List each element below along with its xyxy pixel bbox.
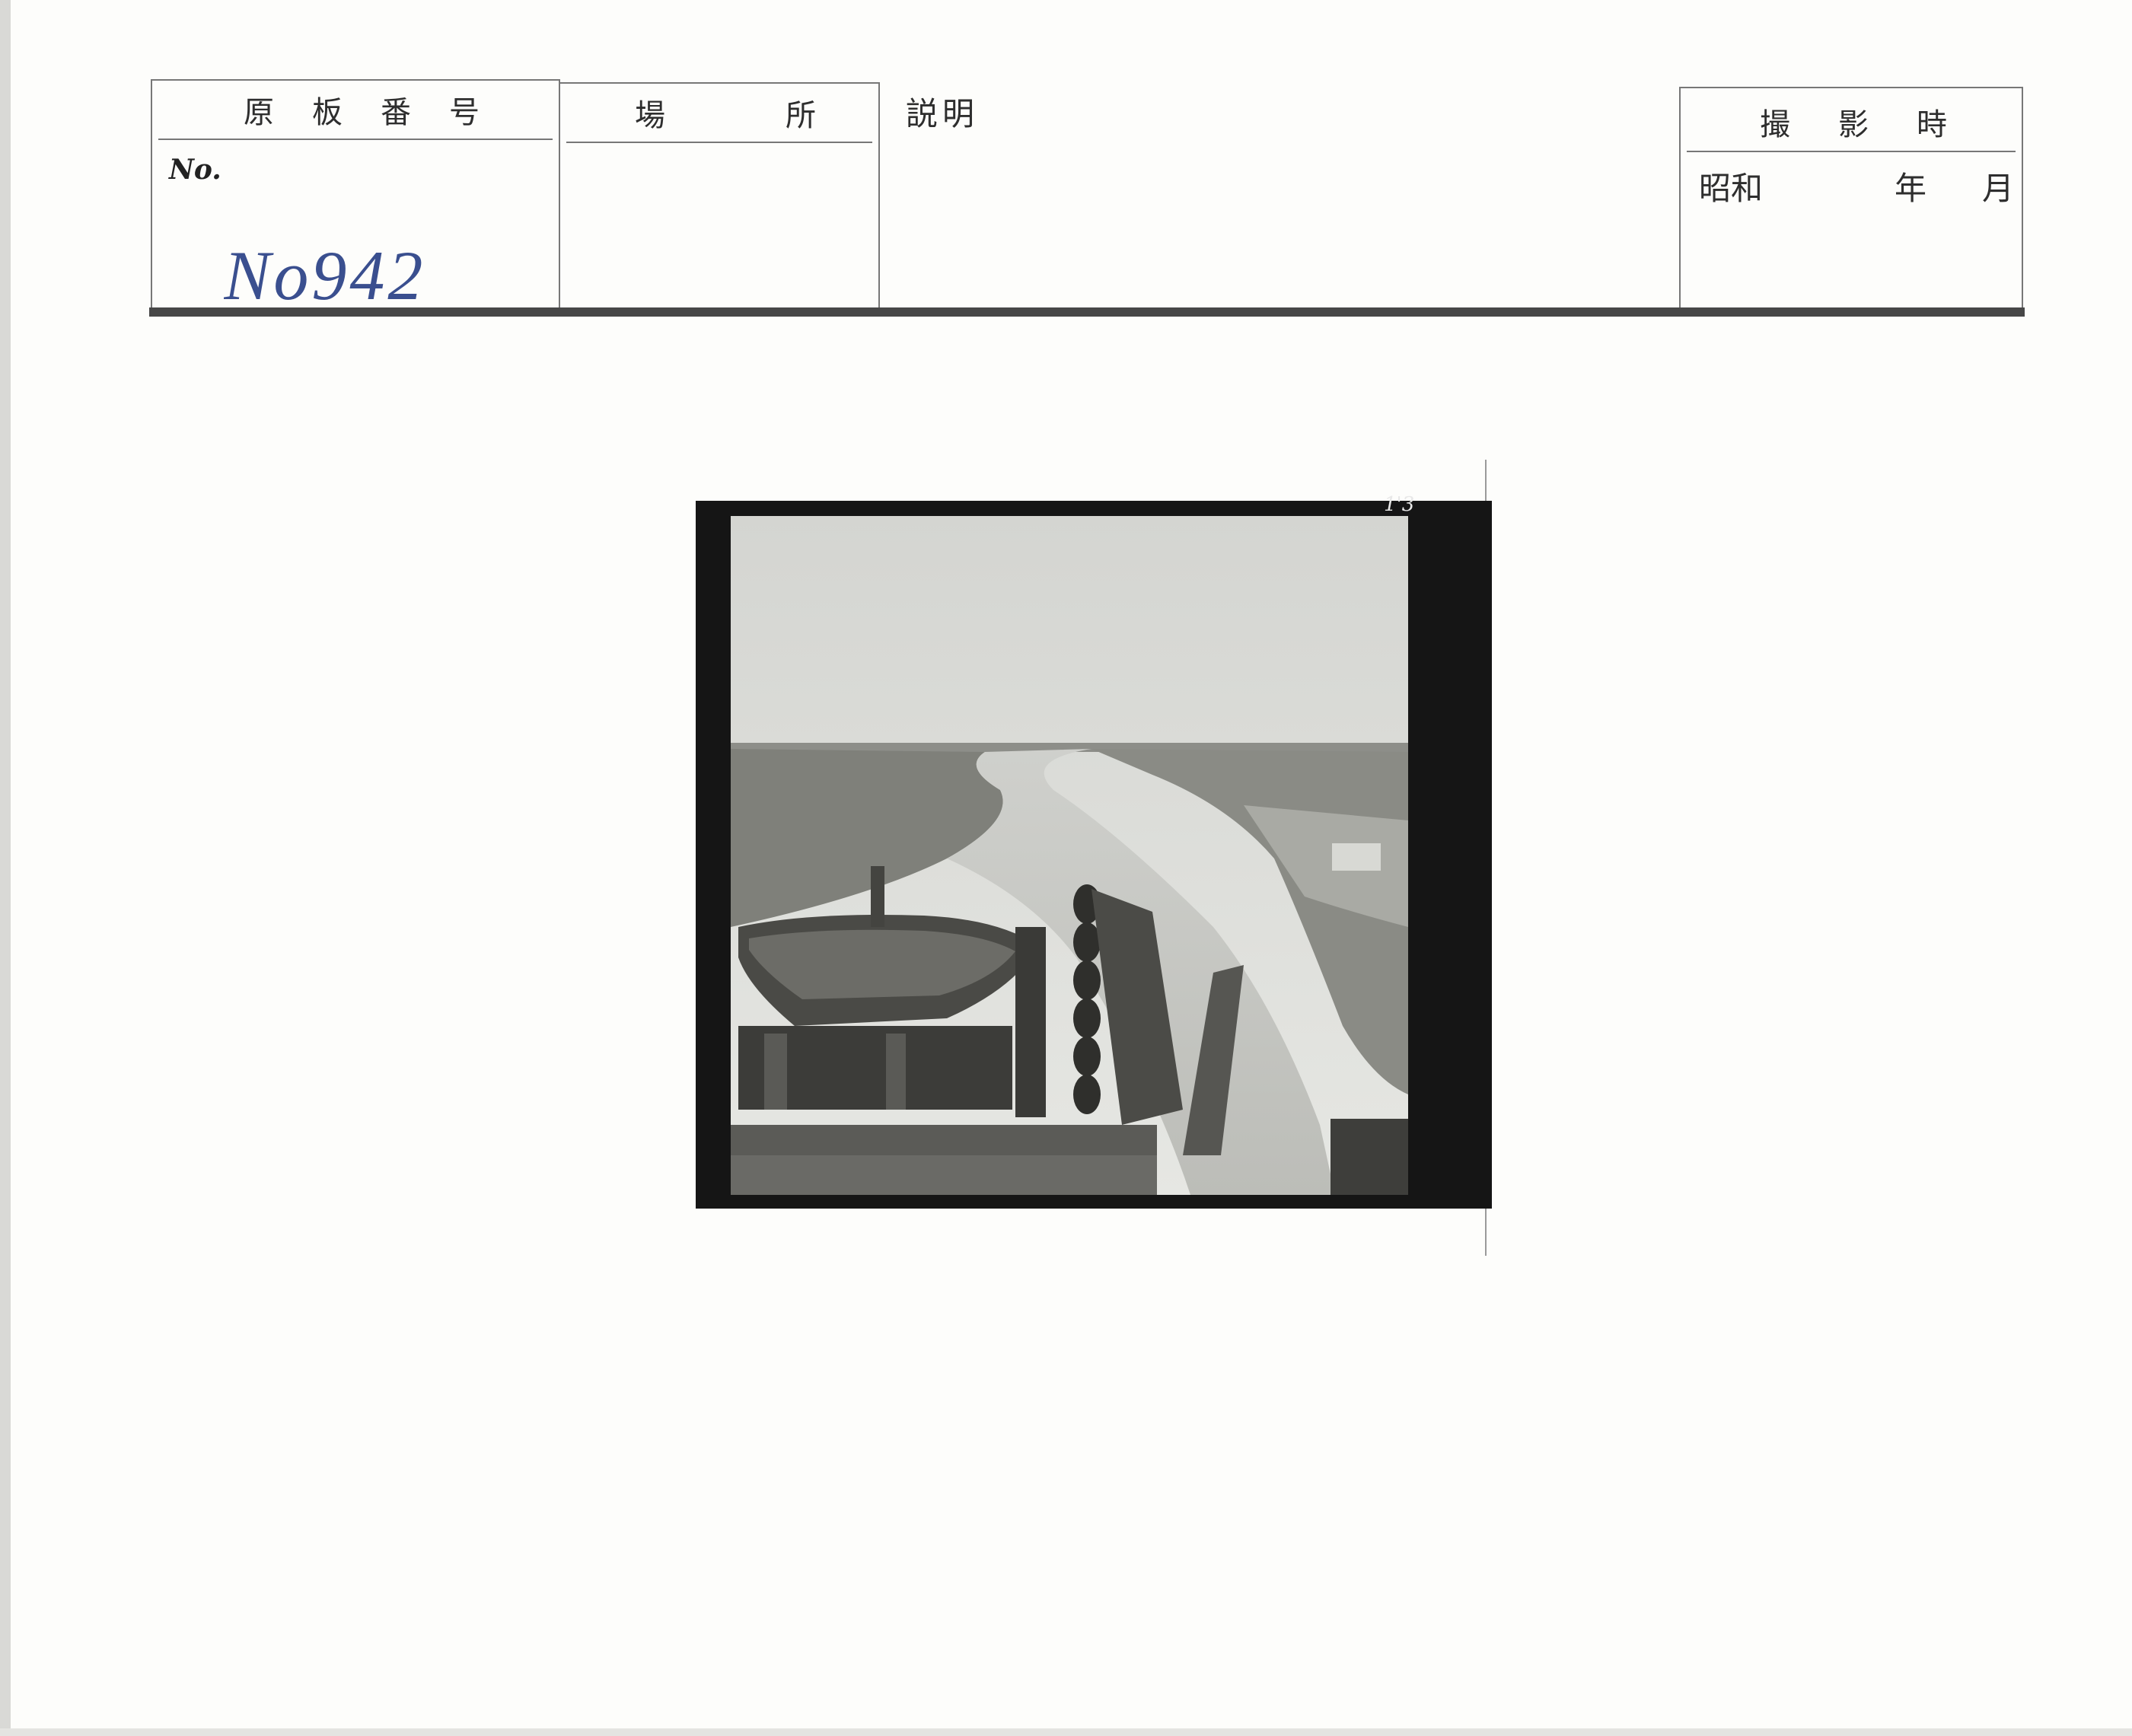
scan-edge-bottom (0, 1728, 2132, 1736)
shooting-date-header: 撮 影 時 (1687, 93, 2016, 152)
date-row: 昭和 年 月 (1699, 163, 2014, 209)
month-unit: 月 (1981, 170, 2014, 207)
scan-edge (0, 0, 11, 1736)
header-char: 所 (786, 98, 816, 133)
header-divider (149, 307, 2025, 317)
plate-number-box: 原 板 番 号 No. No942 (151, 79, 560, 311)
header-char: 場 (635, 98, 665, 133)
photograph (696, 501, 1492, 1209)
place-header: 場 所 (566, 84, 872, 143)
plate-number-header: 原 板 番 号 (158, 81, 553, 140)
description-label: 説明 (906, 95, 980, 132)
film-frame-mark: 1'3 (1384, 493, 1415, 516)
header-char: 撮 (1760, 107, 1790, 142)
photo-canal-scene (731, 516, 1408, 1195)
header-char: 原 (244, 95, 274, 130)
no-label: No. (169, 154, 221, 186)
place-box: 場 所 (559, 82, 880, 307)
year-unit: 年 (1894, 170, 1926, 207)
header-char: 番 (381, 95, 411, 130)
header-char: 影 (1838, 107, 1869, 142)
header-char: 時 (1917, 107, 1947, 142)
shooting-date-box: 撮 影 時 昭和 年 月 (1679, 87, 2023, 312)
header-char: 板 (312, 95, 343, 130)
era-label: 昭和 (1699, 170, 1764, 207)
handwritten-plate-number: No942 (224, 240, 426, 314)
header-char: 号 (449, 95, 480, 130)
